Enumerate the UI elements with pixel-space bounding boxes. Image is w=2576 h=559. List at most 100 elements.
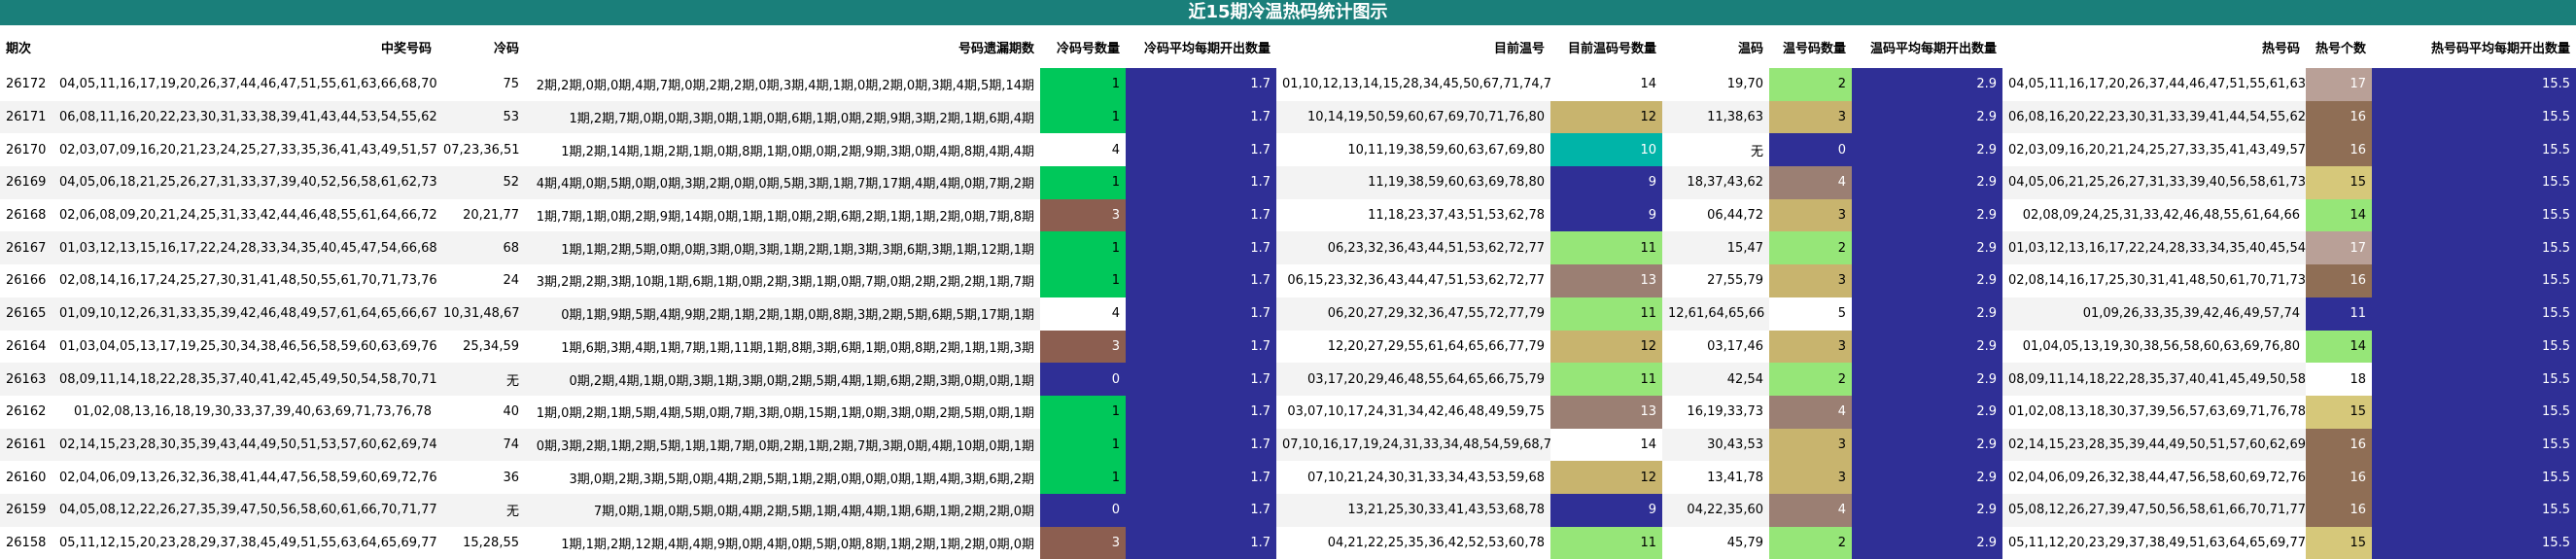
cell-warm-code: 30,43,53 [1662, 428, 1769, 462]
cell-warm-code-count: 0 [1769, 133, 1852, 167]
cell-warm-count: 13 [1550, 395, 1662, 429]
cell-warm: 10,11,19,38,59,60,63,67,69,80 [1347, 142, 1545, 157]
cell-warm-code-count: 3 [1769, 100, 1852, 134]
table-body: 26172 04,05,11,16,17,19,20,26,37,44,46,47… [0, 68, 2576, 559]
cell-cold-avg: 1.7 [1126, 100, 1276, 134]
cell-winning: 02,06,08,09,20,21,24,25,31,33,42,44,46,4… [59, 208, 437, 224]
cell-cold-count: 1 [1040, 166, 1126, 199]
header-warm-code-count: 温号码数量 [1769, 25, 1852, 68]
cell-hot-avg: 15.5 [2372, 231, 2576, 265]
cell-warm-code: 04,22,35,60 [1662, 493, 1769, 527]
table-row: 26166 02,08,14,16,17,24,25,27,30,31,41,48… [0, 264, 2576, 297]
cell-miss: 1期,1期,2期,12期,4期,4期,9期,0期,4期,0期,5期,0期,8期,… [561, 537, 1034, 552]
cell-hot-avg: 15.5 [2372, 297, 2576, 331]
cell-hot-count: 16 [2306, 493, 2372, 527]
cell-cold: 无 [437, 493, 525, 527]
table-row: 26170 02,03,07,09,16,20,21,23,24,25,27,33… [0, 133, 2576, 167]
cell-cold-avg: 1.7 [1126, 198, 1276, 232]
header-cold: 冷码 [437, 25, 525, 68]
cell-hot-avg: 15.5 [2372, 428, 2576, 462]
cell-cold-avg: 1.7 [1126, 264, 1276, 297]
header-cold-avg: 冷码平均每期开出数量 [1126, 25, 1276, 68]
cell-winning: 01,02,08,13,16,18,19,30,33,37,39,40,63,6… [73, 404, 432, 420]
cell-warm-count: 14 [1550, 68, 1662, 101]
table-row: 26164 01,03,04,05,13,17,19,25,30,34,38,46… [0, 330, 2576, 364]
cell-hot: 04,05,06,21,25,26,27,31,33,39,40,56,58,6… [2002, 166, 2306, 199]
cell-hot: 02,04,06,09,26,32,38,44,47,56,58,60,69,7… [2008, 470, 2306, 485]
cell-miss: 0期,2期,4期,1期,0期,3期,1期,3期,0期,2期,5期,4期,1期,6… [525, 363, 1040, 396]
cell-warm-count: 12 [1550, 100, 1662, 134]
header-warm-avg: 温码平均每期开出数量 [1852, 25, 2002, 68]
cell-warm-avg: 2.9 [1852, 493, 2002, 527]
cell-winning: 08,09,11,14,18,22,28,35,37,40,41,42,45,4… [53, 363, 437, 396]
cell-winning: 02,14,15,23,28,30,35,39,43,44,49,50,51,5… [53, 428, 437, 462]
cell-miss: 1期,1期,2期,5期,0期,0期,3期,0期,3期,1期,2期,1期,3期,3… [525, 231, 1040, 265]
cell-hot-count: 16 [2306, 133, 2372, 167]
cell-warm-avg: 2.9 [1852, 395, 2002, 429]
cell-warm: 03,17,20,29,46,48,55,64,65,66,75,79 [1276, 363, 1550, 396]
header-miss: 号码遗漏期数 [525, 25, 1040, 68]
cell-hot-avg: 15.5 [2372, 526, 2576, 559]
table-row: 26160 02,04,06,09,13,26,32,36,38,41,44,47… [0, 461, 2576, 494]
header-hot-count: 热号个数 [2306, 25, 2372, 68]
cell-warm-code: 16,19,33,73 [1687, 404, 1763, 420]
cell-warm-code: 15,47 [1662, 231, 1769, 265]
cell-hot-avg: 15.5 [2372, 363, 2576, 396]
cell-hot-avg: 15.5 [2372, 330, 2576, 364]
table-row: 26163 08,09,11,14,18,22,28,35,37,40,41,42… [0, 363, 2576, 396]
cell-winning: 04,05,08,12,22,26,27,35,39,47,50,56,58,6… [53, 493, 437, 527]
cell-issue: 26166 [6, 273, 47, 289]
cell-miss: 2期,2期,0期,0期,4期,7期,0期,2期,2期,0期,3期,4期,1期,0… [536, 79, 1034, 94]
cell-cold: 53 [437, 100, 525, 134]
cell-warm-code-count: 3 [1769, 330, 1852, 364]
cell-hot-count: 15 [2306, 166, 2372, 199]
cell-hot-count: 17 [2306, 68, 2372, 101]
header-warm: 目前温号 [1276, 25, 1550, 68]
page-title: 近15期冷温热码统计图示 [0, 0, 2576, 25]
cell-warm-avg: 2.9 [1852, 264, 2002, 297]
cell-hot-avg: 15.5 [2372, 493, 2576, 527]
cell-warm-count: 12 [1550, 461, 1662, 494]
cell-cold-avg: 1.7 [1126, 526, 1276, 559]
cell-warm-avg: 2.9 [1852, 231, 2002, 265]
cell-cold-count: 4 [1040, 133, 1126, 167]
cell-warm-code: 11,38,63 [1662, 100, 1769, 134]
cell-winning: 02,08,14,16,17,24,25,27,30,31,41,48,50,5… [59, 273, 437, 289]
cell-hot: 01,04,05,13,19,30,38,56,58,60,63,69,76,8… [2022, 338, 2300, 354]
cell-cold-count: 1 [1040, 264, 1126, 297]
cell-winning: 02,04,06,09,13,26,32,36,38,41,44,47,56,5… [59, 470, 437, 485]
cell-warm-code: 19,70 [1726, 77, 1763, 92]
cell-cold: 25,34,59 [463, 338, 519, 354]
cell-warm-code-count: 3 [1769, 428, 1852, 462]
table-row: 26165 01,09,10,12,26,31,33,35,39,42,46,48… [0, 297, 2576, 331]
cell-hot-avg: 15.5 [2372, 461, 2576, 494]
cell-cold-count: 1 [1040, 100, 1126, 134]
cell-issue: 26164 [6, 338, 47, 354]
cell-warm-code-count: 3 [1769, 264, 1852, 297]
cell-miss: 0期,3期,2期,1期,2期,5期,1期,1期,7期,0期,2期,1期,2期,7… [525, 428, 1040, 462]
cell-warm-code: 06,44,72 [1707, 208, 1763, 224]
cell-hot: 05,11,12,20,23,29,37,38,49,51,63,64,65,6… [2008, 535, 2306, 550]
cell-warm-avg: 2.9 [1852, 297, 2002, 331]
cell-cold: 52 [437, 166, 525, 199]
cell-warm: 06,23,32,36,43,44,51,53,62,72,77 [1276, 231, 1550, 265]
cell-warm-avg: 2.9 [1852, 526, 2002, 559]
cell-warm-code: 27,55,79 [1707, 273, 1763, 289]
table-row: 26172 04,05,11,16,17,19,20,26,37,44,46,47… [0, 68, 2576, 101]
cell-cold: 74 [437, 428, 525, 462]
cell-warm: 13,21,25,30,33,41,43,53,68,78 [1276, 493, 1550, 527]
cell-warm: 07,10,21,24,30,31,33,34,43,53,59,68 [1307, 470, 1545, 485]
cell-warm-code: 无 [1750, 144, 1763, 159]
cell-miss: 1期,6期,3期,4期,1期,7期,1期,11期,1期,8期,3期,6期,1期,… [561, 340, 1034, 356]
cell-warm-code-count: 2 [1769, 363, 1852, 396]
cell-issue: 26159 [0, 493, 53, 527]
cell-warm-code-count: 2 [1769, 526, 1852, 559]
cell-cold: 40 [503, 404, 519, 420]
cell-cold-avg: 1.7 [1126, 461, 1276, 494]
cell-miss: 0期,1期,9期,5期,4期,9期,2期,1期,2期,1期,0期,8期,3期,2… [525, 297, 1040, 331]
cell-miss: 3期,2期,2期,3期,10期,1期,6期,1期,0期,2期,3期,1期,0期,… [536, 275, 1034, 291]
table-row: 26162 01,02,08,13,16,18,19,30,33,37,39,40… [0, 395, 2576, 429]
cell-cold-avg: 1.7 [1126, 297, 1276, 331]
cell-cold-avg: 1.7 [1126, 395, 1276, 429]
cell-miss: 4期,4期,0期,5期,0期,0期,3期,2期,0期,0期,5期,3期,1期,7… [525, 166, 1040, 199]
